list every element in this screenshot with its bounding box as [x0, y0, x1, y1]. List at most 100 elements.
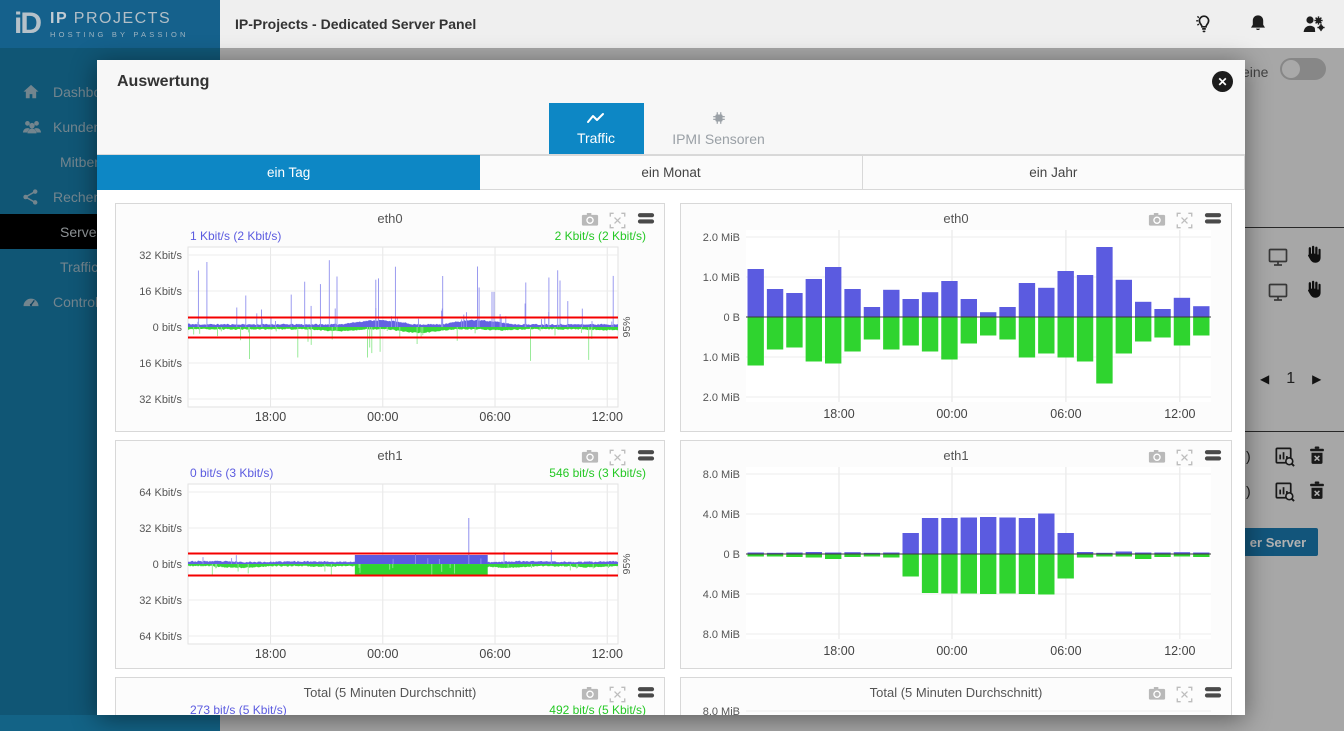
svg-text:12:00: 12:00 [1164, 644, 1195, 658]
legend-inbound: 273 bit/s (5 Kbit/s) [190, 703, 287, 715]
svg-text:12:00: 12:00 [592, 410, 623, 424]
range-tab-ein-tag[interactable]: ein Tag [97, 155, 480, 190]
brand-name: IP PROJECTS [50, 10, 189, 28]
range-tab-ein-jahr[interactable]: ein Jahr [863, 155, 1245, 190]
svg-text:8.0 MiB: 8.0 MiB [703, 629, 740, 641]
svg-text:32 Kbit/s: 32 Kbit/s [139, 394, 182, 406]
chart-card-bar-5: Total (5 Minuten Durchschnitt)8.0 MiB [680, 677, 1232, 715]
legend-inbound: 1 Kbit/s (2 Kbit/s) [190, 229, 281, 245]
range-tab-ein-monat[interactable]: ein Monat [480, 155, 862, 190]
expand-icon[interactable] [1176, 686, 1193, 703]
legend-inbound: 0 bit/s (3 Kbit/s) [190, 466, 273, 482]
svg-text:64 Kbit/s: 64 Kbit/s [139, 631, 182, 643]
brand-monogram: iD [14, 9, 40, 39]
chart-card-line-4: Total (5 Minuten Durchschnitt)273 bit/s … [115, 677, 665, 715]
legend-outbound: 492 bit/s (5 Kbit/s) [549, 703, 646, 715]
svg-text:18:00: 18:00 [823, 407, 854, 421]
expand-icon[interactable] [609, 686, 626, 703]
range-tabs: ein Tag ein Monat ein Jahr [97, 155, 1245, 190]
header: iD IP PROJECTS HOSTING BY PASSION IP-Pro… [0, 0, 1344, 48]
chart-line-icon [586, 111, 606, 127]
brand-logo[interactable]: iD IP PROJECTS HOSTING BY PASSION [0, 0, 220, 48]
chart-card-line-2: eth10 bit/s (3 Kbit/s)546 bit/s (3 Kbit/… [115, 440, 665, 669]
expand-icon[interactable] [1176, 449, 1193, 466]
svg-text:1.0 MiB: 1.0 MiB [703, 272, 740, 284]
chart-menu-icon[interactable] [1204, 449, 1221, 466]
svg-text:06:00: 06:00 [1050, 407, 1081, 421]
chart-card-line-0: eth01 Kbit/s (2 Kbit/s)2 Kbit/s (2 Kbit/… [115, 203, 665, 432]
chart-menu-icon[interactable] [1204, 686, 1221, 703]
charts-grid: eth01 Kbit/s (2 Kbit/s)2 Kbit/s (2 Kbit/… [115, 203, 1245, 715]
svg-text:64 Kbit/s: 64 Kbit/s [139, 487, 182, 499]
expand-icon[interactable] [609, 212, 626, 229]
svg-text:18:00: 18:00 [823, 644, 854, 658]
svg-text:1.0 MiB: 1.0 MiB [703, 352, 740, 364]
svg-text:06:00: 06:00 [1050, 644, 1081, 658]
svg-text:0 bit/s: 0 bit/s [153, 559, 183, 571]
svg-text:8.0 MiB: 8.0 MiB [703, 469, 740, 481]
auswertung-modal: Auswertung ✕ Traffic IPMI Sensoren ein T… [97, 60, 1245, 715]
chart-legend: 0 bit/s (3 Kbit/s)546 bit/s (3 Kbit/s) [116, 465, 664, 482]
camera-icon[interactable] [1148, 686, 1165, 703]
modal-header: Auswertung ✕ [97, 60, 1245, 103]
camera-icon[interactable] [581, 449, 598, 466]
svg-text:16 Kbit/s: 16 Kbit/s [139, 358, 182, 370]
chart-menu-icon[interactable] [637, 686, 654, 703]
svg-text:4.0 MiB: 4.0 MiB [703, 589, 740, 601]
svg-text:06:00: 06:00 [479, 410, 510, 424]
brand-tagline: HOSTING BY PASSION [50, 30, 189, 39]
svg-text:32 Kbit/s: 32 Kbit/s [139, 523, 182, 535]
expand-icon[interactable] [1176, 212, 1193, 229]
svg-text:12:00: 12:00 [592, 647, 623, 661]
svg-text:00:00: 00:00 [936, 644, 967, 658]
modal-title: Auswertung [117, 73, 209, 91]
close-icon[interactable]: ✕ [1212, 71, 1233, 92]
svg-text:16 Kbit/s: 16 Kbit/s [139, 286, 182, 298]
camera-icon[interactable] [1148, 212, 1165, 229]
svg-text:00:00: 00:00 [367, 647, 398, 661]
svg-text:0 B: 0 B [723, 312, 740, 324]
chart-legend: 1 Kbit/s (2 Kbit/s) 2 Kbit/s (2 Kbit/s) [116, 228, 664, 245]
chart-plot: 32 Kbit/s 16 Kbit/s 0 bit/s 16 Kbit/s 32 Kbi… [116, 245, 664, 427]
svg-text:95%: 95% [621, 316, 633, 337]
chart-plot: 2.0 MiB 1.0 MiB 0 B 1.0 MiB 2.0 MiB 18:00 00:0… [681, 228, 1231, 428]
svg-text:18:00: 18:00 [255, 647, 286, 661]
svg-text:12:00: 12:00 [1164, 407, 1195, 421]
camera-icon[interactable] [581, 212, 598, 229]
svg-text:0 B: 0 B [723, 549, 740, 561]
chart-plot: 64 Kbit/s32 Kbit/s0 bit/s32 Kbit/s64 Kbi… [116, 482, 664, 664]
user-settings-icon[interactable] [1300, 12, 1324, 36]
camera-icon[interactable] [581, 686, 598, 703]
svg-text:4.0 MiB: 4.0 MiB [703, 509, 740, 521]
svg-text:32 Kbit/s: 32 Kbit/s [139, 250, 182, 262]
svg-text:95%: 95% [621, 553, 633, 574]
svg-text:2.0 MiB: 2.0 MiB [703, 232, 740, 244]
chart-legend: 273 bit/s (5 Kbit/s) 492 bit/s (5 Kbit/s) [116, 702, 664, 715]
chart-card-bar-3: eth18.0 MiB4.0 MiB0 B4.0 MiB8.0 MiB18:00… [680, 440, 1232, 669]
svg-text:06:00: 06:00 [479, 647, 510, 661]
expand-icon[interactable] [609, 449, 626, 466]
chart-menu-icon[interactable] [637, 212, 654, 229]
svg-text:00:00: 00:00 [367, 410, 398, 424]
svg-text:0 bit/s: 0 bit/s [153, 322, 183, 334]
svg-text:18:00: 18:00 [255, 410, 286, 424]
legend-outbound: 2 Kbit/s (2 Kbit/s) [555, 229, 646, 245]
svg-text:8.0 MiB: 8.0 MiB [703, 706, 740, 715]
lightbulb-icon[interactable] [1192, 12, 1216, 36]
chart-plot: 8.0 MiB [681, 702, 1231, 715]
tab-ipmi-sensoren[interactable]: IPMI Sensoren [644, 103, 794, 154]
app: DashboardKundenMitbenutzerRechencenterSe… [0, 0, 1344, 731]
svg-text:2.0 MiB: 2.0 MiB [703, 392, 740, 404]
svg-text:00:00: 00:00 [936, 407, 967, 421]
chart-plot: 8.0 MiB 4.0 MiB 0 B 4.0 MiB 8.0 MiB 18:00 00:0… [681, 465, 1231, 665]
bell-icon[interactable] [1246, 12, 1270, 36]
chart-menu-icon[interactable] [637, 449, 654, 466]
modal-body: eth01 Kbit/s (2 Kbit/s)2 Kbit/s (2 Kbit/… [97, 190, 1245, 715]
chart-menu-icon[interactable] [1204, 212, 1221, 229]
chip-icon [710, 111, 728, 128]
tab-traffic[interactable]: Traffic [549, 103, 644, 154]
camera-icon[interactable] [1148, 449, 1165, 466]
chart-card-bar-1: eth02.0 MiB1.0 MiB0 B1.0 MiB2.0 MiB18:00… [680, 203, 1232, 432]
page-title: IP-Projects - Dedicated Server Panel [235, 16, 476, 32]
modal-tabs: Traffic IPMI Sensoren [97, 103, 1245, 155]
